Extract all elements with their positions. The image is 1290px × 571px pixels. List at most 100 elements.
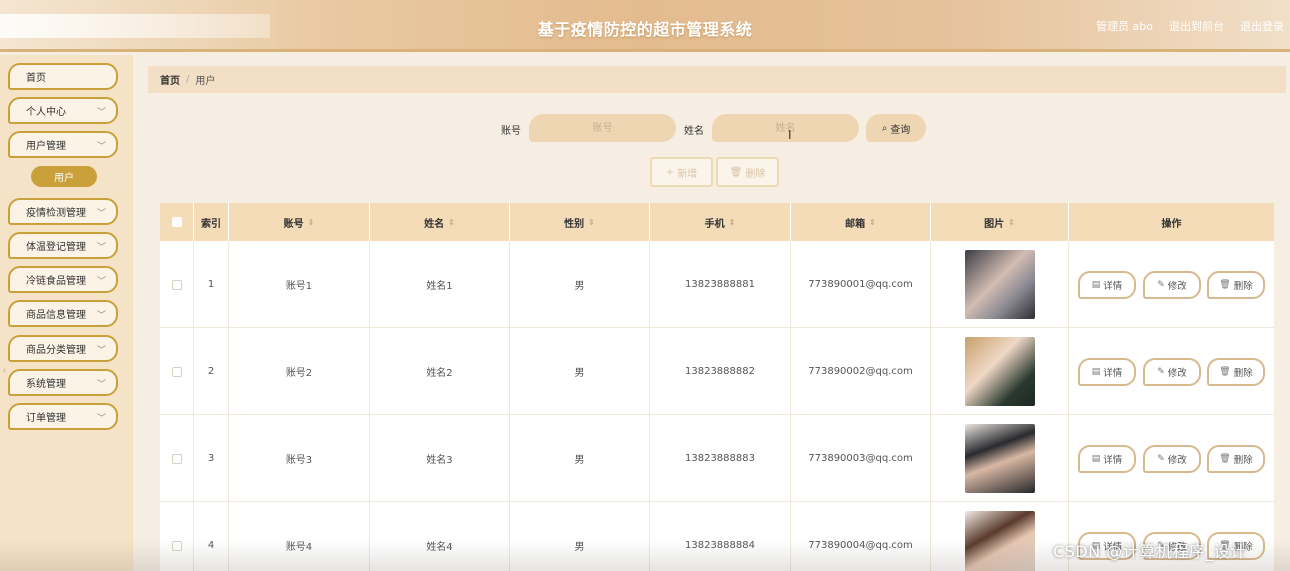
query-button-label: 查询 bbox=[890, 124, 911, 136]
document-icon: ▤ bbox=[1091, 454, 1101, 464]
pencil-icon: ✎ bbox=[1157, 367, 1165, 377]
query-button[interactable]: ⌕ 查询 bbox=[866, 114, 926, 142]
add-button[interactable]: + 新增 bbox=[650, 157, 713, 187]
col-gender-label: 性别 bbox=[564, 218, 585, 230]
detail-button[interactable]: ▤ 详情 bbox=[1078, 445, 1136, 473]
cell-name: 姓名2 bbox=[370, 328, 510, 415]
col-gender[interactable]: 性别 ⇕ bbox=[510, 203, 650, 241]
chevron-down-icon: ﹀ bbox=[96, 414, 106, 424]
sidebar-subitem-users[interactable]: 用户 bbox=[31, 166, 97, 187]
sidebar-item-orders[interactable]: 订单管理 ﹀ bbox=[8, 403, 118, 430]
col-email[interactable]: 邮箱 ⇕ bbox=[791, 203, 931, 241]
text-cursor-icon: I bbox=[788, 128, 792, 142]
header-links: 管理员 abo 退出到前台 退出登录 bbox=[1096, 18, 1284, 34]
edit-button-label: 修改 bbox=[1167, 455, 1187, 466]
avatar[interactable] bbox=[964, 424, 1035, 493]
avatar[interactable] bbox=[964, 511, 1035, 571]
sidebar-item-label: 冷链食品管理 bbox=[26, 276, 86, 287]
cell-account: 账号3 bbox=[229, 415, 370, 502]
edit-button-label: 修改 bbox=[1167, 368, 1187, 379]
cell-gender: 男 bbox=[510, 241, 650, 328]
current-user-label: 管理员 abo bbox=[1096, 20, 1153, 33]
delete-button[interactable]: 🗑 删除 bbox=[1207, 358, 1265, 386]
sidebar-item-temperature[interactable]: 体温登记管理 ﹀ bbox=[8, 232, 118, 259]
logout-link[interactable]: 退出登录 bbox=[1240, 18, 1284, 34]
delete-button-label: 删除 bbox=[1233, 368, 1253, 379]
row-checkbox[interactable] bbox=[171, 453, 182, 464]
select-all-checkbox[interactable] bbox=[171, 217, 182, 227]
row-select-cell bbox=[160, 415, 194, 502]
col-index-label: 索引 bbox=[201, 218, 221, 230]
row-checkbox[interactable] bbox=[171, 366, 182, 377]
sort-icon[interactable]: ⇕ bbox=[308, 218, 315, 227]
cell-photo bbox=[931, 328, 1069, 415]
sidebar-item-personal-center[interactable]: 个人中心 ﹀ bbox=[8, 97, 118, 124]
cell-photo bbox=[931, 502, 1069, 571]
trash-icon: 🗑 bbox=[1219, 367, 1231, 377]
chevron-down-icon: ﹀ bbox=[96, 108, 106, 118]
row-checkbox[interactable] bbox=[171, 540, 182, 551]
name-search-input[interactable] bbox=[712, 114, 859, 142]
avatar[interactable] bbox=[964, 337, 1035, 406]
cell-index: 3 bbox=[194, 415, 229, 502]
col-name[interactable]: 姓名 ⇕ bbox=[370, 203, 510, 241]
name-label: 姓名 bbox=[684, 126, 704, 137]
chevron-down-icon: ﹀ bbox=[96, 380, 106, 390]
cell-gender: 男 bbox=[510, 415, 650, 502]
detail-button-label: 详情 bbox=[1103, 281, 1123, 292]
add-button-label: 新增 bbox=[677, 168, 698, 180]
table-header: 索引 账号 ⇕ 姓名 ⇕ 性别 ⇕ 手机 ⇕ 邮箱 ⇕ 图片 ⇕ 操作 bbox=[160, 203, 1274, 241]
sidebar-item-system[interactable]: 系统管理 ﹀ bbox=[8, 369, 118, 396]
cell-account: 账号4 bbox=[229, 502, 370, 571]
sidebar-item-product-info[interactable]: 商品信息管理 ﹀ bbox=[8, 300, 118, 327]
col-account[interactable]: 账号 ⇕ bbox=[229, 203, 370, 241]
trash-icon: 🗑 bbox=[1219, 280, 1231, 290]
sidebar-item-cold-chain[interactable]: 冷链食品管理 ﹀ bbox=[8, 266, 118, 293]
delete-button[interactable]: 🗑 删除 bbox=[1207, 445, 1265, 473]
breadcrumb-home[interactable]: 首页 bbox=[160, 72, 180, 87]
avatar[interactable] bbox=[964, 250, 1035, 319]
cell-account: 账号2 bbox=[229, 328, 370, 415]
sort-icon[interactable]: ⇕ bbox=[588, 218, 595, 227]
col-photo[interactable]: 图片 ⇕ bbox=[931, 203, 1069, 241]
delete-button[interactable]: 🗑 删除 bbox=[1207, 271, 1265, 299]
sort-icon[interactable]: ⇕ bbox=[729, 218, 736, 227]
col-phone-label: 手机 bbox=[704, 218, 725, 230]
sidebar-item-label: 订单管理 bbox=[26, 413, 66, 424]
cell-name: 姓名4 bbox=[370, 502, 510, 571]
sidebar-item-home[interactable]: 首页 bbox=[8, 63, 118, 90]
account-search-input[interactable] bbox=[529, 114, 676, 142]
breadcrumb-current: 用户 bbox=[195, 76, 216, 87]
detail-button[interactable]: ▤ 详情 bbox=[1078, 271, 1136, 299]
trash-icon: 🗑 bbox=[729, 166, 743, 178]
edit-button[interactable]: ✎ 修改 bbox=[1143, 271, 1201, 299]
batch-delete-label: 删除 bbox=[745, 168, 766, 180]
table-row: 3 账号3 姓名3 男 13823888883 773890003@qq.com… bbox=[160, 415, 1274, 502]
cell-name: 姓名3 bbox=[370, 415, 510, 502]
col-phone[interactable]: 手机 ⇕ bbox=[650, 203, 791, 241]
cell-phone: 13823888883 bbox=[650, 415, 791, 502]
chevron-down-icon: ﹀ bbox=[96, 346, 106, 356]
sidebar-item-label: 首页 bbox=[26, 73, 46, 84]
chevron-down-icon: ﹀ bbox=[96, 209, 106, 219]
cell-phone: 13823888881 bbox=[650, 241, 791, 328]
sidebar-item-user-management[interactable]: 用户管理 ﹀ bbox=[8, 131, 118, 158]
exit-to-front-link[interactable]: 退出到前台 bbox=[1169, 18, 1224, 34]
sort-icon[interactable]: ⇕ bbox=[448, 218, 455, 227]
cell-account: 账号1 bbox=[229, 241, 370, 328]
sort-icon[interactable]: ⇕ bbox=[869, 218, 876, 227]
edit-button[interactable]: ✎ 修改 bbox=[1143, 445, 1201, 473]
collapse-arrow-icon[interactable]: ‹ bbox=[2, 363, 7, 377]
cell-index: 1 bbox=[194, 241, 229, 328]
sidebar-item-label: 疫情检测管理 bbox=[26, 208, 86, 219]
row-select-cell bbox=[160, 502, 194, 571]
detail-button-label: 详情 bbox=[1103, 368, 1123, 379]
batch-delete-button[interactable]: 🗑 删除 bbox=[716, 157, 779, 187]
row-checkbox[interactable] bbox=[171, 279, 182, 290]
sidebar-item-epidemic-detection[interactable]: 疫情检测管理 ﹀ bbox=[8, 198, 118, 225]
sidebar-item-label: 商品信息管理 bbox=[26, 310, 86, 321]
sidebar-item-product-category[interactable]: 商品分类管理 ﹀ bbox=[8, 335, 118, 362]
edit-button[interactable]: ✎ 修改 bbox=[1143, 358, 1201, 386]
sort-icon[interactable]: ⇕ bbox=[1008, 218, 1015, 227]
detail-button[interactable]: ▤ 详情 bbox=[1078, 358, 1136, 386]
